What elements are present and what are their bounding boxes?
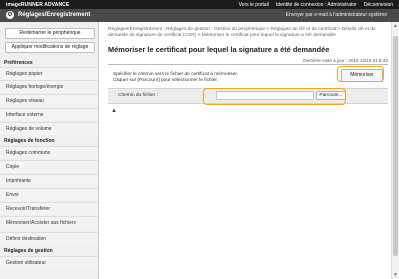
sidebar-item-store-access-files[interactable]: Mémoriser/Accéder aux fichiers <box>0 216 98 229</box>
sidebar: Redémarrer le périphérique Appliquer mod… <box>0 22 99 279</box>
sidebar-item-user-management[interactable]: Gestion utilisateur <box>0 256 98 269</box>
page-title: Mémoriser le certificat pour lequel la s… <box>108 45 330 54</box>
settings-icon: ⚙ <box>6 11 14 19</box>
sidebar-item-printer[interactable]: Imprimante <box>0 174 98 187</box>
portal-link[interactable]: Vers le portail <box>239 2 269 8</box>
top-links: Vers le portail Identité de connexion : … <box>239 2 393 8</box>
sidebar-item-timer-energy[interactable]: Réglages horloge/énergie <box>0 80 98 93</box>
sidebar-item-volume[interactable]: Réglages de volume <box>0 122 98 135</box>
file-input-highlight <box>203 88 346 105</box>
brand-label: imageRUNNER ADVANCE <box>6 2 70 8</box>
sidebar-item-receive-forward[interactable]: Recevoir/Transférer <box>0 202 98 215</box>
email-admin-link[interactable]: Envoyer par e-mail à l'administrateur sy… <box>286 12 387 18</box>
sidebar-item-paper[interactable]: Réglages papier <box>0 67 98 80</box>
top-bar: imageRUNNER ADVANCE Vers le portail Iden… <box>0 0 399 9</box>
main-content: Réglages/Enregistrement : Réglages de ge… <box>99 22 391 279</box>
scroll-up-icon[interactable]: ▲ <box>393 23 398 29</box>
sidebar-item-common[interactable]: Réglages communs <box>0 146 98 159</box>
scroll-thumb[interactable] <box>393 36 398 256</box>
management-heading: Réglages de gestion <box>4 248 53 254</box>
instruction-line-2: Cliquer sur [Parcourir] pour sélectionne… <box>113 78 219 83</box>
restart-device-button[interactable]: Redémarrer le périphérique <box>5 28 95 39</box>
section-title: Réglages/Enregistrement <box>18 12 91 18</box>
instructions: Spécifier le chemin vers le fichier de c… <box>113 72 238 84</box>
prefs-heading: Préférences <box>4 60 33 66</box>
function-heading: Réglages de fonction <box>4 138 55 144</box>
scroll-down-icon[interactable]: ▼ <box>393 272 398 278</box>
back-to-top-icon[interactable]: ▲ <box>111 108 117 114</box>
sidebar-item-network[interactable]: Réglages réseau <box>0 94 98 107</box>
login-identity: Identité de connexion : Administrator <box>275 2 357 8</box>
sidebar-item-external-interface[interactable]: Interface externe <box>0 108 98 121</box>
memorize-highlight <box>337 66 384 82</box>
app-window: imageRUNNER ADVANCE Vers le portail Iden… <box>0 0 399 279</box>
scrollbar[interactable]: ▲ ▼ <box>391 22 399 279</box>
sidebar-item-send[interactable]: Envoi <box>0 188 98 201</box>
file-path-label: Chemin du fichier : <box>118 93 158 98</box>
section-bar: ⚙ Réglages/Enregistrement Envoyer par e-… <box>0 9 399 22</box>
breadcrumb: Réglages/Enregistrement : Réglages de ge… <box>108 27 376 38</box>
last-updated: Dernière mise à jour : 2015 10/16 21:8:4… <box>303 58 388 63</box>
sidebar-item-set-destination[interactable]: Définir destination <box>0 232 98 245</box>
logout-link[interactable]: Déconnexion <box>364 2 393 8</box>
apply-settings-button[interactable]: Appliquer modifications de réglage <box>5 42 95 53</box>
divider <box>108 64 388 65</box>
sidebar-item-copy[interactable]: Copie <box>0 160 98 173</box>
